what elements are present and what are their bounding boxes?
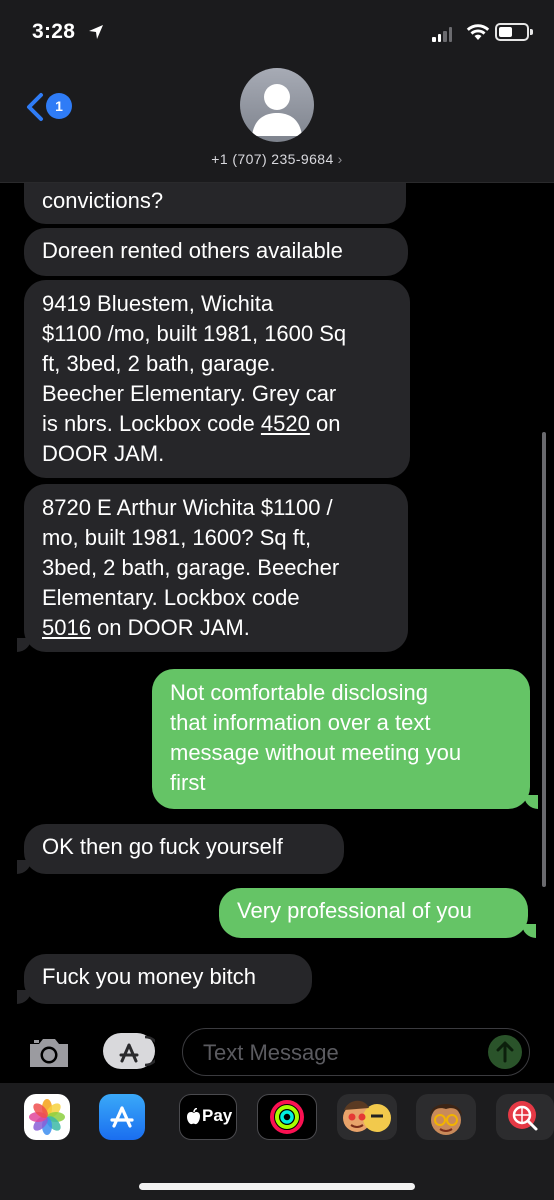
lockbox-code-link[interactable]: 4520 xyxy=(261,411,310,436)
bubble-tail xyxy=(524,795,538,809)
message-line: Elementary. Lockbox code xyxy=(42,585,300,610)
scrollbar[interactable] xyxy=(542,432,546,887)
message-line: is nbrs. Lockbox code 4520 on xyxy=(42,411,341,436)
web-search-icon[interactable] xyxy=(496,1094,554,1140)
send-arrow-icon xyxy=(496,1041,514,1063)
message-line: 5016 on DOOR JAM. xyxy=(42,615,250,640)
contact-number[interactable]: +1 (707) 235-9684 xyxy=(211,151,333,167)
conversation-header: 3:28 1 +1 (707) 235-9684 › xyxy=(0,0,554,183)
message-line: $1100 /mo, built 1981, 1600 Sq xyxy=(42,321,347,346)
message-text: Fuck you money bitch xyxy=(42,964,256,989)
activity-icon[interactable] xyxy=(257,1094,317,1140)
battery-icon xyxy=(495,23,533,41)
app-store-icon[interactable] xyxy=(99,1094,145,1140)
photos-icon[interactable] xyxy=(24,1094,70,1140)
message-line: 9419 Bluestem, Wichita xyxy=(42,291,274,316)
memoji-icon[interactable] xyxy=(416,1094,476,1140)
cellular-signal-icon xyxy=(432,26,452,42)
bubble-tail xyxy=(17,638,31,652)
message-line: Beecher Elementary. Grey car xyxy=(42,381,337,406)
message-text: OK then go fuck yourself xyxy=(42,834,283,859)
message-line: Not comfortable disclosing xyxy=(170,680,429,705)
contact-avatar[interactable] xyxy=(240,68,314,142)
contact-name[interactable]: +1 (707) 235-9684 › xyxy=(0,151,554,167)
app-store-button[interactable] xyxy=(103,1033,161,1069)
bubble-tail xyxy=(17,990,31,1004)
bubble-tail xyxy=(17,860,31,874)
message-line: first xyxy=(170,770,206,795)
message-input-placeholder: Text Message xyxy=(203,1040,339,1065)
message-input[interactable]: Text Message xyxy=(182,1028,530,1076)
bubble-tail xyxy=(522,924,536,938)
memoji-stickers-icon[interactable] xyxy=(337,1094,397,1140)
lockbox-code-link[interactable]: 5016 xyxy=(42,615,91,640)
person-silhouette-icon xyxy=(252,84,302,136)
message-line: ft, 3bed, 2 bath, garage. xyxy=(42,351,276,376)
message-bubble-incoming[interactable]: 8720 E Arthur Wichita $1100 / mo, built … xyxy=(24,484,408,652)
back-chevron-icon[interactable] xyxy=(24,92,46,122)
message-text: convictions? xyxy=(42,188,164,213)
wifi-icon xyxy=(466,24,490,40)
location-arrow-icon xyxy=(89,25,103,39)
message-line: mo, built 1981, 1600? Sq ft, xyxy=(42,525,312,550)
apple-pay-label: Pay xyxy=(202,1106,233,1125)
message-line: 3bed, 2 bath, garage. Beecher xyxy=(42,555,340,580)
message-bubble-outgoing[interactable]: Very professional of you xyxy=(219,888,528,938)
contact-chevron-icon: › xyxy=(337,151,343,167)
apple-pay-icon[interactable]: Pay xyxy=(179,1094,237,1140)
message-bubble-outgoing[interactable]: Not comfortable disclosing that informat… xyxy=(152,669,530,809)
status-time: 3:28 xyxy=(32,20,76,43)
message-bubble-incoming[interactable]: Fuck you money bitch xyxy=(24,954,312,1004)
message-line: that information over a text xyxy=(170,710,431,735)
camera-icon[interactable] xyxy=(26,1034,72,1070)
message-line: message without meeting you xyxy=(170,740,462,765)
message-line: 8720 E Arthur Wichita $1100 / xyxy=(42,495,333,520)
app-store-icon xyxy=(119,1035,161,1067)
unread-count-badge[interactable]: 1 xyxy=(46,93,72,119)
message-bubble-incoming[interactable]: Doreen rented others available xyxy=(24,228,408,276)
message-text: Doreen rented others available xyxy=(42,238,343,263)
message-bubble-incoming[interactable]: OK then go fuck yourself xyxy=(24,824,344,874)
send-button[interactable] xyxy=(488,1035,522,1069)
home-indicator[interactable] xyxy=(139,1183,415,1190)
message-bubble-incoming[interactable]: 9419 Bluestem, Wichita $1100 /mo, built … xyxy=(24,280,410,478)
message-line: DOOR JAM. xyxy=(42,441,165,466)
message-text: Very professional of you xyxy=(237,898,472,923)
